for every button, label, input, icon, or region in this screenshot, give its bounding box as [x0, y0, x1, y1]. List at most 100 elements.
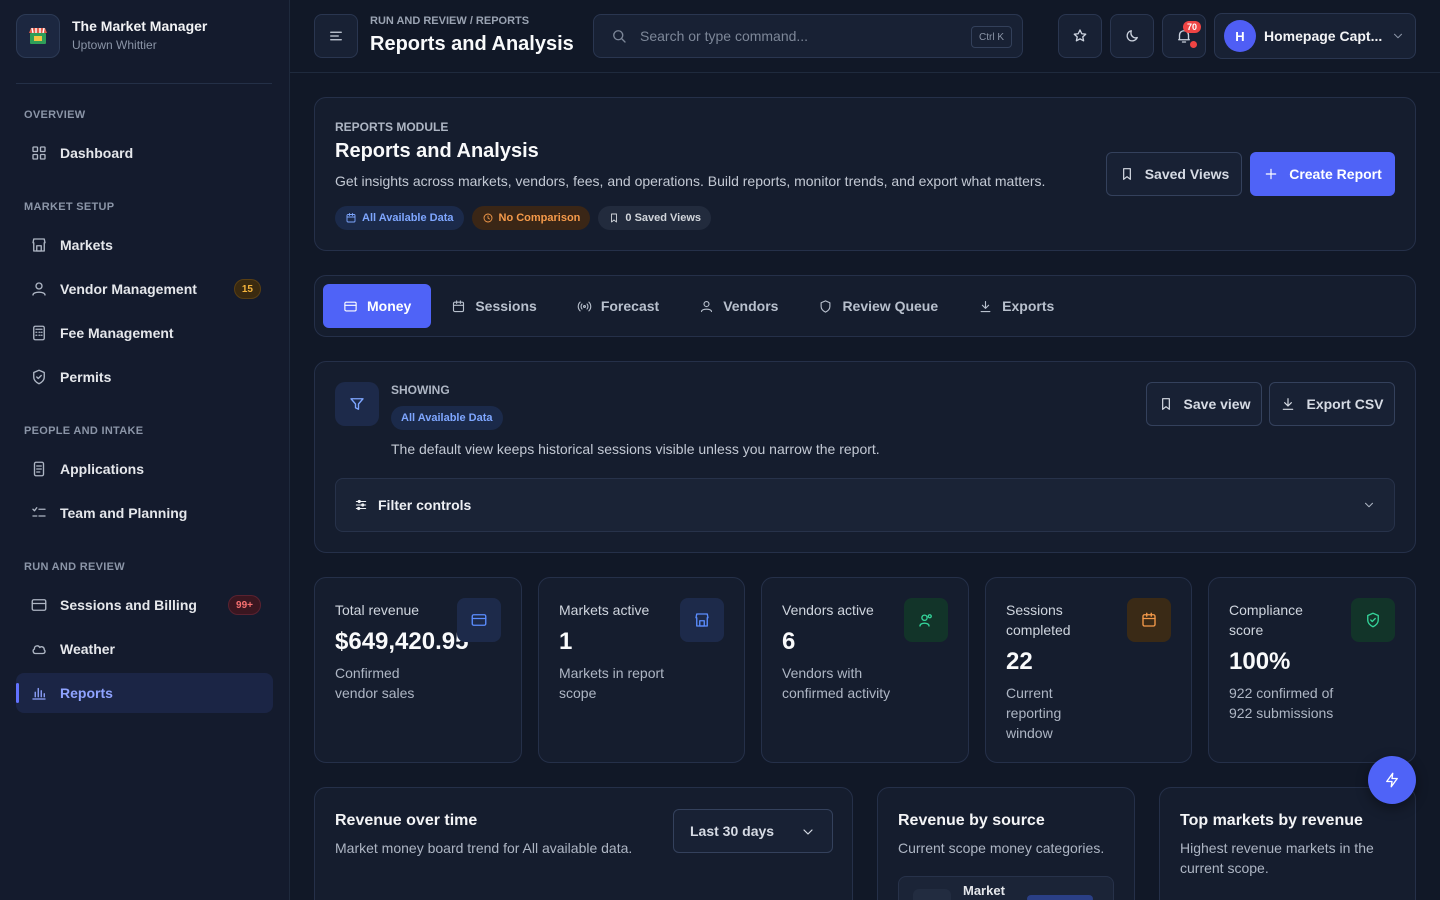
chevron-down-icon — [1362, 498, 1376, 512]
revenue-by-source-card: Revenue by source Current scope money ca… — [877, 787, 1135, 900]
kpi-sessions-completed[interactable]: Sessions completed 22 Current reporting … — [985, 577, 1192, 763]
section-subtitle: Current scope money categories. — [898, 840, 1105, 856]
download-icon — [1280, 396, 1296, 412]
user-icon — [30, 280, 48, 298]
kpi-label: Compliance score — [1229, 602, 1303, 638]
sidebar-item-team-planning[interactable]: Team and Planning — [16, 493, 273, 533]
sidebar-item-fee-management[interactable]: Fee Management — [16, 313, 273, 353]
date-range-select[interactable]: Last 30 days — [673, 809, 833, 853]
sidebar-item-permits[interactable]: Permits — [16, 357, 273, 397]
filter-description: The default view keeps historical sessio… — [391, 441, 880, 457]
quick-action-button[interactable] — [1368, 756, 1416, 804]
tab-label: Money — [367, 298, 412, 314]
breadcrumb: RUN AND REVIEW / REPORTS — [370, 15, 530, 27]
kpi-total-revenue[interactable]: Total revenue $649,420.95 Confirmed vend… — [314, 577, 522, 763]
tab-label: Exports — [1002, 298, 1055, 314]
scope-chip[interactable]: All Available Data — [335, 206, 464, 230]
document-icon — [30, 460, 48, 478]
saved-views-button[interactable]: Saved Views — [1106, 152, 1242, 196]
star-icon — [1071, 27, 1089, 45]
calculator-icon — [30, 324, 48, 342]
store-icon — [30, 236, 48, 254]
kpi-value: 6 — [782, 628, 796, 655]
section-title: Top markets by revenue — [1180, 812, 1363, 829]
user-icon — [699, 299, 714, 314]
nav-section-overview: OVERVIEW — [24, 109, 86, 121]
section-title: Revenue by source — [898, 812, 1045, 829]
sidebar-item-vendor-management[interactable]: Vendor Management 15 — [16, 269, 273, 309]
nav-section-market-setup: MARKET SETUP — [24, 201, 115, 213]
sidebar-item-dashboard[interactable]: Dashboard — [16, 133, 273, 173]
sidebar-item-label: Dashboard — [60, 145, 134, 161]
saved-views-chip[interactable]: 0 Saved Views — [598, 206, 712, 230]
calendar-icon — [451, 299, 466, 314]
kpi-description: Confirmed vendor sales — [335, 665, 415, 701]
filter-icon — [335, 382, 379, 426]
brand-title: The Market Manager — [72, 18, 208, 34]
notifications-button[interactable]: 70 — [1162, 14, 1206, 58]
sidebar-item-label: Markets — [60, 237, 113, 253]
kpi-label: Sessions completed — [1006, 602, 1071, 638]
favorites-button[interactable] — [1058, 14, 1102, 58]
sidebar-item-markets[interactable]: Markets — [16, 225, 273, 265]
page-title: Reports and Analysis — [370, 33, 574, 55]
wallet-icon — [343, 299, 358, 314]
tab-forecast[interactable]: Forecast — [557, 284, 679, 328]
scope-chip[interactable]: All Available Data — [391, 406, 503, 430]
tab-exports[interactable]: Exports — [958, 284, 1074, 328]
plus-icon — [1263, 166, 1279, 182]
tab-label: Sessions — [475, 298, 537, 314]
bar-chart-icon — [30, 684, 48, 702]
user-menu[interactable]: H Homepage Capt... — [1214, 13, 1416, 59]
chevron-down-icon — [1391, 29, 1405, 43]
tab-vendors[interactable]: Vendors — [679, 284, 798, 328]
shield-icon — [30, 368, 48, 386]
checklist-icon — [30, 504, 48, 522]
user-name: Homepage Capt... — [1264, 28, 1383, 44]
create-report-button[interactable]: Create Report — [1250, 152, 1395, 196]
sidebar-item-reports[interactable]: Reports — [16, 673, 273, 713]
sidebar-item-label: Fee Management — [60, 325, 174, 341]
section-subtitle: Highest revenue markets in the current s… — [1180, 840, 1374, 876]
export-csv-button[interactable]: Export CSV — [1269, 382, 1395, 426]
sidebar-item-label: Permits — [60, 369, 112, 385]
showing-label: SHOWING — [391, 383, 450, 397]
sidebar-item-sessions-billing[interactable]: Sessions and Billing 99+ — [16, 585, 273, 625]
button-label: Export CSV — [1306, 396, 1384, 412]
market-stall-icon — [16, 14, 60, 58]
menu-toggle-button[interactable] — [314, 14, 358, 58]
theme-toggle-button[interactable] — [1110, 14, 1154, 58]
tab-money[interactable]: Money — [323, 284, 432, 328]
shield-check-icon — [1351, 598, 1395, 642]
cloud-icon — [30, 640, 48, 658]
nav-section-run-review: RUN AND REVIEW — [24, 561, 125, 573]
sessions-count-badge: 99+ — [228, 595, 261, 615]
kpi-vendors-active[interactable]: Vendors active 6 Vendors with confirmed … — [761, 577, 969, 763]
search-input[interactable]: Search or type command... Ctrl K — [593, 14, 1023, 58]
kpi-compliance-score[interactable]: Compliance score 100% 922 confirmed of 9… — [1208, 577, 1416, 763]
kpi-markets-active[interactable]: Markets active 1 Markets in report scope — [538, 577, 745, 763]
sidebar-item-label: Weather — [60, 641, 115, 657]
notification-dot — [1190, 41, 1197, 48]
bookmark-icon — [1119, 166, 1135, 182]
tab-label: Review Queue — [842, 298, 939, 314]
report-tabs: Money Sessions Forecast Vendors Review Q… — [314, 275, 1416, 337]
select-value: Last 30 days — [690, 823, 775, 839]
button-label: Save view — [1183, 396, 1251, 412]
vendor-count-badge: 15 — [233, 279, 261, 299]
brand[interactable]: The Market Manager Uptown Whittier — [16, 14, 272, 84]
source-row[interactable]: Market — [898, 876, 1114, 900]
save-view-button[interactable]: Save view — [1146, 382, 1262, 426]
wallet-icon — [30, 596, 48, 614]
comparison-chip[interactable]: No Comparison — [471, 206, 591, 230]
sidebar: The Market Manager Uptown Whittier OVERV… — [0, 0, 290, 900]
sidebar-item-applications[interactable]: Applications — [16, 449, 273, 489]
kpi-value: 1 — [559, 628, 573, 655]
tab-sessions[interactable]: Sessions — [431, 284, 556, 328]
calendar-icon — [345, 212, 357, 224]
filter-controls-toggle[interactable]: Filter controls — [335, 478, 1395, 532]
tab-review-queue[interactable]: Review Queue — [798, 284, 958, 328]
sidebar-item-weather[interactable]: Weather — [16, 629, 273, 669]
source-row-bar — [1027, 895, 1093, 900]
kpi-description: Current reporting window — [1006, 685, 1062, 741]
